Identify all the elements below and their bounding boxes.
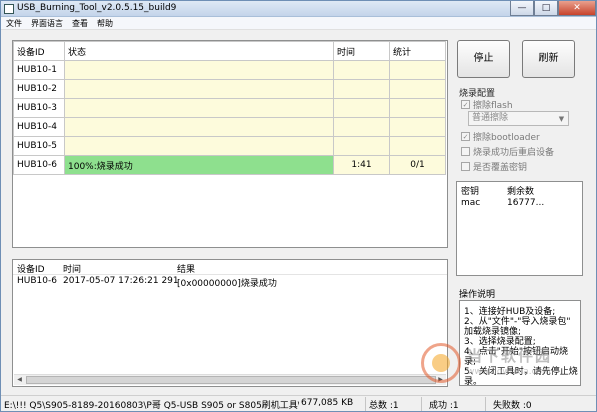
key-name: mac	[461, 198, 481, 208]
device-count	[389, 136, 446, 156]
watermark: 当下软件园 www.downxia.com	[421, 343, 581, 389]
status-divider	[485, 397, 486, 411]
device-id: HUB10-1	[13, 60, 65, 80]
device-time	[333, 117, 390, 137]
checkbox-icon[interactable]	[461, 162, 470, 171]
key-header-remaining[interactable]: 剩余数	[507, 184, 534, 197]
status-success: 成功 :1	[429, 401, 459, 411]
status-bar: E:\!!! Q5\S905-8189-20160803\P哥 Q5-USB S…	[1, 395, 596, 411]
grid-header-time[interactable]: 时间	[333, 41, 390, 61]
device-time	[333, 79, 390, 99]
key-remaining: 16777...	[507, 198, 545, 208]
maximize-button[interactable]: □	[534, 1, 558, 16]
status-path: E:\!!! Q5\S905-8189-20160803\P哥 Q5-USB S…	[4, 401, 299, 411]
watermark-logo-icon	[421, 343, 461, 383]
device-id: HUB10-2	[13, 79, 65, 99]
device-grid[interactable]: 设备ID 状态 时间 统计 HUB10-1 HUB10-2 HUB10-3 HU…	[12, 40, 448, 248]
checkbox-checked-icon[interactable]: ✓	[461, 100, 470, 109]
device-id: HUB10-4	[13, 117, 65, 137]
erase-flash-option[interactable]: ✓ 擦除flash	[461, 98, 513, 111]
reboot-after-option[interactable]: 烧录成功后重启设备	[461, 145, 554, 158]
app-icon	[4, 4, 14, 14]
menu-view[interactable]: 查看	[67, 17, 92, 29]
grid-header-id[interactable]: 设备ID	[13, 41, 65, 61]
device-status-success: 100%:烧录成功	[64, 155, 334, 175]
scroll-left-icon[interactable]: ◀	[14, 375, 25, 385]
checkbox-checked-icon[interactable]: ✓	[461, 132, 470, 141]
device-count	[389, 79, 446, 99]
close-button[interactable]: ✕	[558, 1, 596, 16]
log-row-result: [0x00000000]烧录成功	[177, 279, 277, 289]
help-title: 操作说明	[459, 290, 496, 300]
grid-header-row: 设备ID 状态 时间 统计	[13, 41, 446, 61]
device-time	[333, 136, 390, 156]
device-time	[333, 98, 390, 118]
device-status	[64, 98, 334, 118]
device-row[interactable]: HUB10-5	[13, 136, 446, 156]
device-id: HUB10-5	[13, 136, 65, 156]
device-count: 0/1	[389, 155, 446, 175]
device-id: HUB10-3	[13, 98, 65, 118]
log-row-time: 2017-05-07 17:26:21 291	[63, 276, 179, 286]
menu-file[interactable]: 文件	[1, 17, 26, 29]
erase-mode-select[interactable]: 普通擦除 ▼	[468, 111, 569, 126]
device-status	[64, 79, 334, 99]
stop-button[interactable]: 停止	[457, 40, 510, 78]
reboot-after-label: 烧录成功后重启设备	[473, 148, 555, 158]
device-time	[333, 60, 390, 80]
device-row[interactable]: HUB10-2	[13, 79, 446, 99]
device-status	[64, 60, 334, 80]
log-header-divider	[13, 274, 447, 275]
device-row[interactable]: HUB10-6 100%:烧录成功 1:41 0/1	[13, 155, 446, 175]
overwrite-key-label: 是否覆盖密钥	[473, 163, 528, 173]
overwrite-key-option[interactable]: 是否覆盖密钥	[461, 160, 527, 173]
device-count	[389, 117, 446, 137]
device-status	[64, 136, 334, 156]
menu-language[interactable]: 界面语言	[26, 17, 67, 29]
title-bar: USB_Burning_Tool_v2.0.5.15_build9 — □ ✕	[1, 1, 596, 17]
status-size: 677,085 KB	[301, 398, 354, 408]
device-count	[389, 98, 446, 118]
device-row[interactable]: HUB10-1	[13, 60, 446, 80]
erase-flash-label: 擦除flash	[473, 101, 513, 111]
grid-header-status[interactable]: 状态	[64, 41, 334, 61]
status-divider	[365, 397, 366, 411]
window-title: USB_Burning_Tool_v2.0.5.15_build9	[17, 3, 177, 13]
grid-header-count[interactable]: 统计	[389, 41, 446, 61]
log-row-id: HUB10-6	[17, 276, 57, 286]
status-divider	[421, 397, 422, 411]
refresh-button[interactable]: 刷新	[522, 40, 575, 78]
device-time: 1:41	[333, 155, 390, 175]
scroll-thumb[interactable]	[26, 376, 436, 384]
erase-mode-value: 普通擦除	[472, 113, 509, 123]
watermark-text: 当下软件园	[467, 347, 553, 365]
minimize-button[interactable]: —	[510, 1, 534, 16]
device-status	[64, 117, 334, 137]
menu-bar: 文件 界面语言 查看 帮助	[1, 17, 596, 30]
device-row[interactable]: HUB10-4	[13, 117, 446, 137]
chevron-down-icon[interactable]: ▼	[556, 113, 567, 125]
checkbox-icon[interactable]	[461, 147, 470, 156]
erase-bootloader-label: 擦除bootloader	[473, 133, 540, 143]
device-row[interactable]: HUB10-3	[13, 98, 446, 118]
log-horizontal-scrollbar[interactable]: ◀ ▶	[14, 374, 446, 385]
erase-bootloader-option[interactable]: ✓ 擦除bootloader	[461, 130, 540, 143]
device-count	[389, 60, 446, 80]
status-fail: 失败数 :0	[493, 401, 532, 411]
device-id: HUB10-6	[13, 155, 65, 175]
menu-help[interactable]: 帮助	[92, 17, 117, 29]
watermark-url: www.downxia.com	[467, 367, 551, 377]
key-header-name[interactable]: 密钥	[461, 184, 479, 197]
key-list[interactable]: 密钥 剩余数 mac 16777...	[456, 181, 583, 276]
status-total: 总数 :1	[369, 401, 399, 411]
log-list[interactable]: 设备ID 时间 结果 HUB10-6 2017-05-07 17:26:21 2…	[12, 259, 448, 387]
app-window: USB_Burning_Tool_v2.0.5.15_build9 — □ ✕ …	[0, 0, 597, 412]
